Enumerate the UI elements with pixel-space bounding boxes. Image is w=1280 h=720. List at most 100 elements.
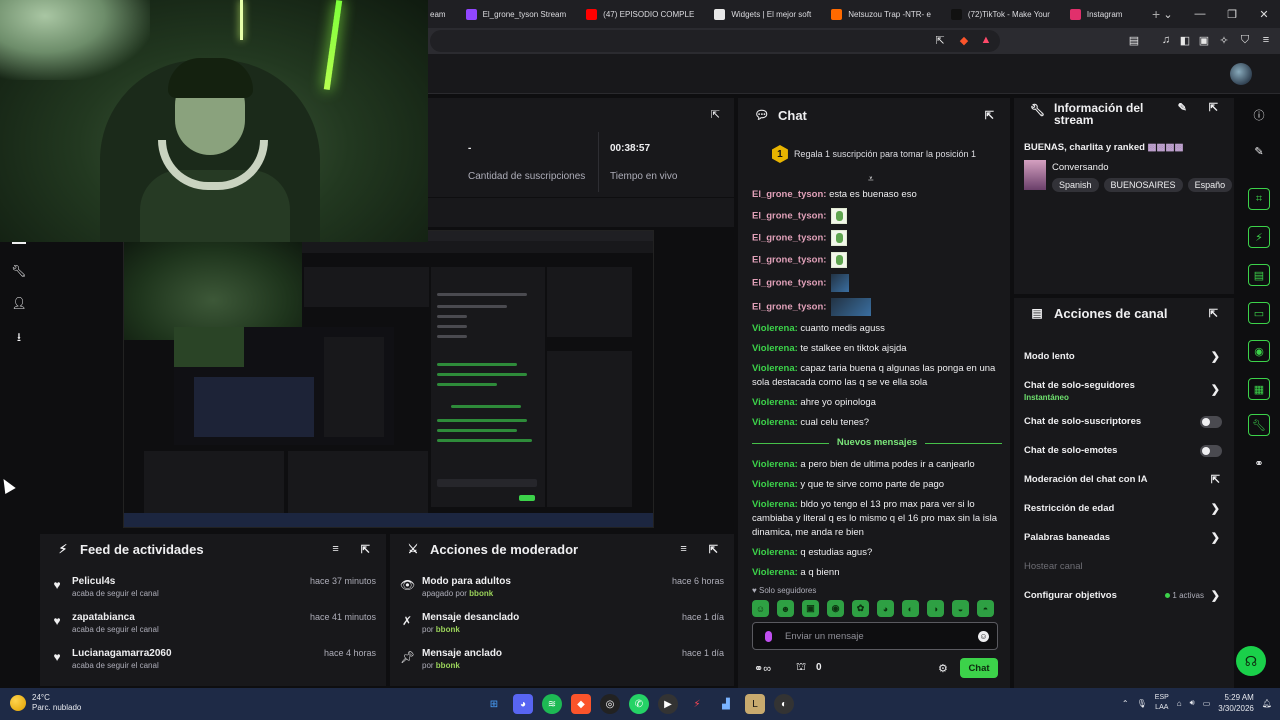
chat-username[interactable]: Violerena:: [752, 343, 798, 354]
sub-gift-banner[interactable]: 1 Regala 1 suscripción para tomar la pos…: [738, 134, 1010, 174]
edit-icon[interactable]: ✎: [1248, 140, 1270, 162]
spotify-icon[interactable]: ≋: [542, 694, 562, 714]
toggle-switch[interactable]: [1200, 415, 1222, 428]
maximize-button[interactable]: ❐: [1216, 0, 1248, 28]
chat-username[interactable]: El_grone_tyson:: [752, 211, 826, 222]
chat-username[interactable]: Violerena:: [752, 459, 798, 470]
chat-bubble-icon[interactable]: ▭: [1248, 302, 1270, 324]
collapse-icon[interactable]: ⩡: [868, 174, 874, 185]
browser-tab[interactable]: (72)TikTok - Make Your: [941, 0, 1060, 28]
leo-icon[interactable]: ✧: [1216, 32, 1232, 48]
chat-username[interactable]: El_grone_tyson:: [752, 189, 826, 200]
popout-icon[interactable]: ⇱: [1209, 307, 1218, 320]
discord-icon[interactable]: ◕: [513, 694, 533, 714]
emote[interactable]: ◕: [877, 600, 894, 617]
popout-icon[interactable]: ⇱: [361, 543, 370, 556]
popout-icon[interactable]: ⇱: [709, 543, 718, 556]
network-icon[interactable]: ⌂: [1177, 699, 1182, 708]
list-item[interactable]: 👁︎ Modo para adultos apagado por bbonk hace…: [390, 572, 734, 608]
address-bar[interactable]: [430, 30, 1000, 52]
wallet-icon[interactable]: ▣: [1196, 32, 1212, 48]
channel-action-row[interactable]: Chat de solo-emotes: [1014, 436, 1234, 465]
browser-tab[interactable]: Instagram: [1060, 0, 1133, 28]
stream-preview[interactable]: [123, 230, 654, 528]
channel-action-row[interactable]: Modo lento ❯: [1014, 342, 1234, 371]
obs-icon[interactable]: ◎: [600, 694, 620, 714]
filter-icon[interactable]: ≡: [680, 543, 686, 555]
chat-username[interactable]: Violerena:: [752, 567, 798, 578]
list-item[interactable]: ♥ Lucianagamarra2060 acaba de seguir el ca…: [40, 644, 386, 680]
settings-icon[interactable]: ⚙: [938, 662, 948, 675]
emote[interactable]: ◉: [827, 600, 844, 617]
popout-icon[interactable]: ⇱: [985, 109, 994, 122]
chat-username[interactable]: Violerena:: [752, 479, 798, 490]
channel-action-row[interactable]: Moderación del chat con IA ⇱: [1014, 465, 1234, 494]
wrench-icon[interactable]: 🔧︎: [11, 264, 27, 278]
emoji-icon[interactable]: ☺: [978, 631, 989, 642]
rewards-icon[interactable]: ▲: [978, 32, 994, 48]
channel-action-row[interactable]: Chat de solo-seguidores Instantáneo ❯: [1014, 371, 1234, 407]
emote[interactable]: ☻: [777, 600, 794, 617]
close-window-button[interactable]: ✕: [1248, 0, 1280, 28]
channel-action-row[interactable]: Configurar objetivos ❯ 1 activas: [1014, 581, 1234, 610]
popout-icon[interactable]: ⇱: [1209, 102, 1218, 114]
browser-tab[interactable]: Widgets | El mejor soft: [704, 0, 821, 28]
channel-action-row[interactable]: Restricción de edad ❯: [1014, 494, 1234, 523]
emote[interactable]: ◒: [952, 600, 969, 617]
sidebar-icon[interactable]: ◧: [1177, 32, 1193, 48]
tag[interactable]: Spanish: [1052, 178, 1099, 192]
league-icon[interactable]: L: [745, 694, 765, 714]
mic-icon[interactable]: 🎙︎: [1137, 699, 1147, 708]
brave-shield-icon[interactable]: ◆: [956, 32, 972, 48]
channel-action-row[interactable]: Palabras baneadas ❯: [1014, 523, 1234, 552]
channel-action-row[interactable]: Chat de solo-suscriptores: [1014, 407, 1234, 436]
browser-tab[interactable]: (47) EPISODIO COMPLE: [576, 0, 704, 28]
menu-icon[interactable]: ≡: [1258, 32, 1274, 48]
language-indicator[interactable]: ESP LAA: [1155, 693, 1169, 713]
chat-username[interactable]: Violerena:: [752, 397, 798, 408]
emote[interactable]: ✿: [852, 600, 869, 617]
emote[interactable]: ◑: [927, 600, 944, 617]
popout-icon[interactable]: ⇱: [711, 108, 720, 121]
moderator-name[interactable]: bbonk: [436, 661, 460, 670]
chat-username[interactable]: El_grone_tyson:: [752, 233, 826, 244]
volume-icon[interactable]: 🔊︎: [1190, 698, 1195, 708]
community-icon[interactable]: ⚭: [1248, 452, 1270, 474]
reader-icon[interactable]: ▤: [1126, 32, 1142, 48]
channel-action-row[interactable]: Hostear canal: [1014, 552, 1234, 581]
upload-icon[interactable]: ⭳: [11, 328, 27, 344]
tray-chevron-icon[interactable]: ⌃: [1122, 699, 1129, 708]
list-item[interactable]: ♥ zapatabianca acaba de seguir el canal hac…: [40, 608, 386, 644]
broadcast-icon[interactable]: ◉: [1248, 340, 1270, 362]
tag[interactable]: BUENOSAIRES: [1103, 178, 1183, 192]
tab-search-icon[interactable]: ⌄: [1152, 0, 1184, 28]
edit-icon[interactable]: ✎: [1178, 102, 1187, 114]
start-icon[interactable]: ⊞: [484, 694, 504, 714]
wrench-icon[interactable]: 🔧︎: [1248, 414, 1270, 436]
emote[interactable]: ◐: [902, 600, 919, 617]
chat-username[interactable]: Violerena:: [752, 323, 798, 334]
emote[interactable]: ☺: [752, 600, 769, 617]
emote[interactable]: ◓: [977, 600, 994, 617]
users-icon[interactable]: 👤︎: [11, 296, 27, 310]
filter-icon[interactable]: ≡: [332, 543, 338, 555]
chat-username[interactable]: Violerena:: [752, 499, 798, 510]
chat-username[interactable]: El_grone_tyson:: [752, 255, 826, 266]
moderator-name[interactable]: bbonk: [469, 589, 493, 598]
help-button[interactable]: ☊: [1236, 646, 1266, 676]
emote[interactable]: ▣: [802, 600, 819, 617]
info-icon[interactable]: ⓘ: [1248, 104, 1270, 126]
chat-username[interactable]: El_grone_tyson:: [752, 302, 826, 313]
toggle-switch[interactable]: [1200, 444, 1222, 457]
browser-tab[interactable]: El_grone_tyson Stream: [456, 0, 577, 28]
media-player-icon[interactable]: ▶: [658, 694, 678, 714]
weather-widget[interactable]: 24°C Parc. nublado: [10, 693, 81, 713]
music-icon[interactable]: ♫: [1158, 32, 1174, 48]
list-item[interactable]: ✗ Mensaje desanclado por bbonk hace 1 día: [390, 608, 734, 644]
clock[interactable]: 5:29 AM 3/30/2026: [1218, 692, 1254, 714]
moderator-name[interactable]: bbonk: [436, 625, 460, 634]
layout-icon[interactable]: ▦: [1248, 378, 1270, 400]
chat-username[interactable]: Violerena:: [752, 363, 798, 374]
battery-icon[interactable]: ▭: [1203, 699, 1211, 708]
minimize-button[interactable]: —: [1184, 0, 1216, 28]
